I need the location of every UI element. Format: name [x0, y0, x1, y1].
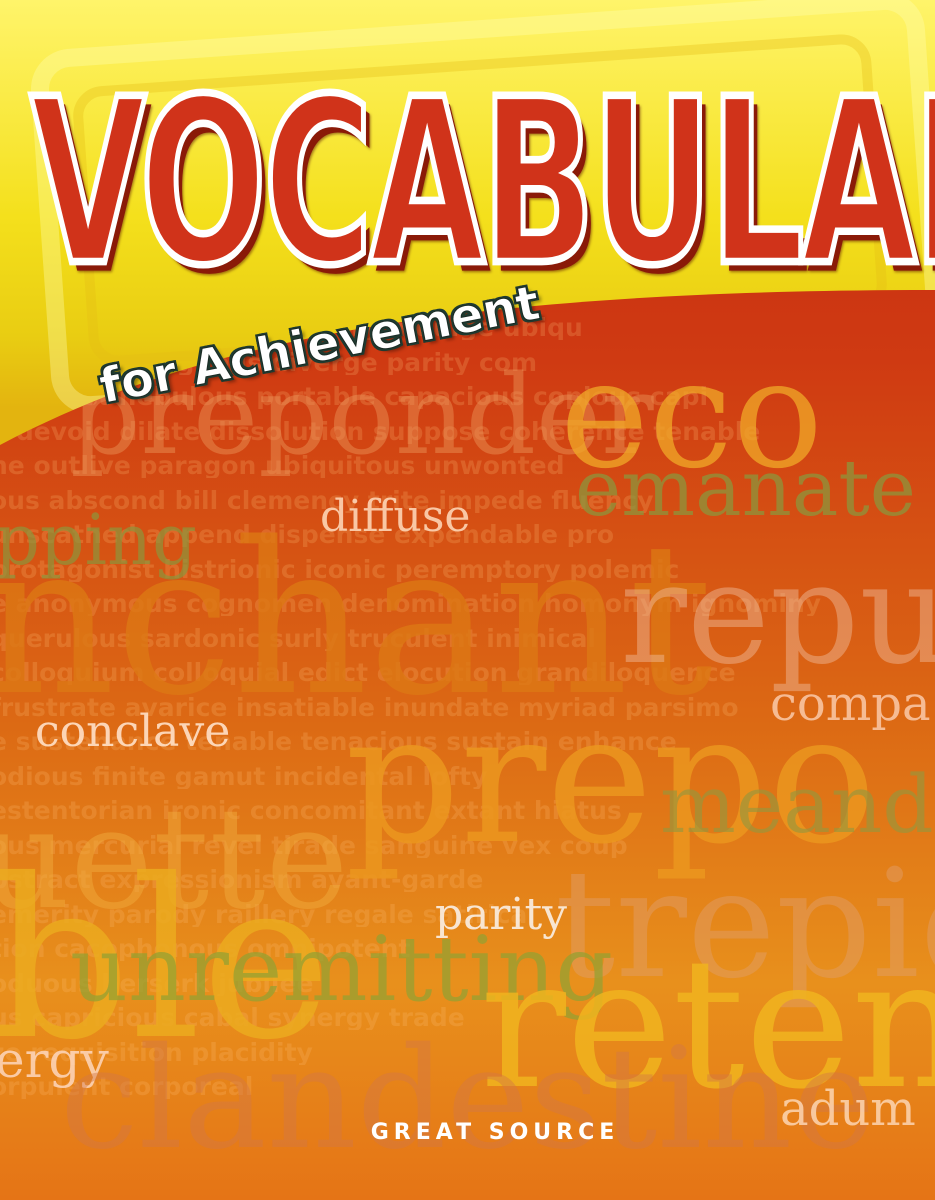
background-row-text: orpulent corporeal	[0, 1074, 254, 1099]
background-row-text: emerity parody raillery regale satirical	[0, 901, 536, 927]
publisher-name: GREAT SOURCE	[370, 1120, 620, 1145]
background-row-text: frustrate avarice insatiable inundate my…	[0, 694, 739, 720]
background-row-text: us capricious cabal synergy trade	[0, 1005, 465, 1030]
background-row-text: querulous sardonic surly truculent inimi…	[0, 625, 597, 651]
background-row-text: e anonymous cognomen denomination homony…	[0, 591, 822, 616]
background-row-text: bstract expressionism avant-garde	[0, 867, 484, 892]
background-row-text: o devoid dilate dissolution suppose cohe…	[0, 418, 761, 444]
background-row-text: ous abscond bill clemency trite impede f…	[0, 487, 654, 513]
background-row-text: ze requisition placidity	[0, 1039, 313, 1065]
cover-title: VOCABULARY	[28, 51, 935, 317]
background-row-text: odious finite gamut incidental lofty	[0, 763, 488, 789]
background-row-text: colloquium colloquial edict elocution gr…	[0, 660, 736, 685]
background-row-text: estentorian ironic concomitant extant hi…	[0, 798, 622, 823]
background-row-text: oduous berserk jubilee	[0, 970, 314, 996]
background-row-text: e sustenance tenable tenacious sustain e…	[0, 729, 677, 754]
background-row-text: unscathed append dispense expendable pro	[0, 522, 615, 547]
background-row-text: protagonist histrionic iconic peremptory…	[0, 556, 680, 582]
background-row-text: tion cacophonous omnipotent	[0, 936, 411, 961]
background-row-text: ne outlive paragon ubiquitous unwonted	[0, 453, 565, 478]
book-cover: supersede torpid transitory indulge ubiq…	[0, 0, 935, 1200]
background-row-text: ous mercurial revel tirade sanguine vex …	[0, 832, 628, 858]
